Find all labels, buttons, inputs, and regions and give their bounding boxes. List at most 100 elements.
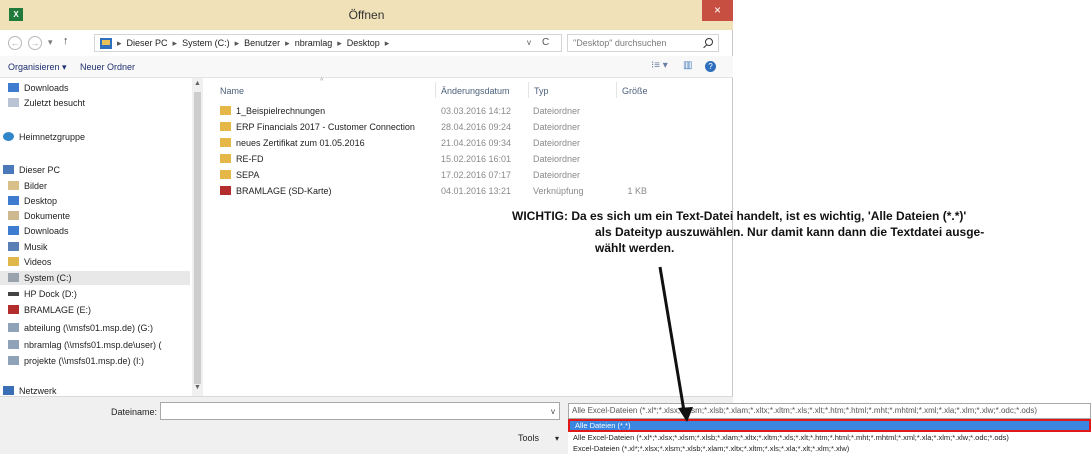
file-type-option-all-files[interactable]: Alle Dateien (*.*) xyxy=(568,419,1091,432)
up-button[interactable]: ↑ xyxy=(63,35,69,47)
breadcrumb: ▸ Dieser PC ▸ System (C:) ▸ Benutzer ▸ n… xyxy=(117,38,389,49)
sidebar-item-label: System (C:) xyxy=(24,273,72,283)
breadcrumb-item-this-pc[interactable]: Dieser PC xyxy=(127,38,168,49)
sidebar-item-label: Zuletzt besucht xyxy=(24,98,86,108)
column-header-date[interactable]: Änderungsdatum xyxy=(441,86,510,96)
breadcrumb-item-desktop[interactable]: Desktop xyxy=(347,38,380,49)
address-history-dropdown[interactable]: v xyxy=(527,38,531,47)
sidebar-item-label: Heimnetzgruppe xyxy=(19,132,86,142)
file-name-text: 1_Beispielrechnungen xyxy=(236,106,326,116)
breadcrumb-separator: ▸ xyxy=(384,38,390,48)
sidebar-item-bramlage[interactable]: BRAMLAGE (E:) xyxy=(0,303,190,317)
sidebar-item-pictures[interactable]: Bilder xyxy=(0,179,190,193)
annotation-line-3: wählt werden. xyxy=(595,241,675,255)
scroll-down-icon[interactable]: ▼ xyxy=(192,384,203,391)
file-type-select[interactable]: Alle Excel-Dateien (*.xl*;*.xlsx;*.xlsm;… xyxy=(568,403,1091,419)
videos-icon xyxy=(8,257,19,266)
scroll-up-icon[interactable]: ▲ xyxy=(192,80,203,87)
sidebar-item-abteilung[interactable]: abteilung (\\msfs01.msp.de) (G:) xyxy=(0,321,190,335)
breadcrumb-separator: ▸ xyxy=(172,38,178,48)
column-header-name[interactable]: Name xyxy=(220,86,244,96)
breadcrumb-separator: ▸ xyxy=(337,38,342,48)
file-row[interactable]: neues Zertifikat zum 01.05.2016 21.04.20… xyxy=(220,137,720,151)
file-type: Dateiordner xyxy=(533,170,581,180)
file-row[interactable]: ERP Financials 2017 - Customer Connectio… xyxy=(220,121,720,135)
sd-card-icon xyxy=(8,305,19,314)
scrollbar-thumb[interactable] xyxy=(194,92,201,384)
file-row[interactable]: 1_Beispielrechnungen 03.03.2016 14:12 Da… xyxy=(220,105,720,119)
column-divider[interactable] xyxy=(528,82,529,98)
sidebar-item-system-c[interactable]: System (C:) xyxy=(0,271,190,285)
breadcrumb-item-nbramlag[interactable]: nbramlag xyxy=(295,38,333,49)
view-options-icon[interactable]: ⁝≡ ▾ xyxy=(651,60,668,71)
file-type-option-excel[interactable]: Excel-Dateien (*.xl*;*.xlsx;*.xlsm;*.xls… xyxy=(568,443,1091,454)
sidebar-item-label: Dokumente xyxy=(24,211,71,221)
sidebar-item-downloads[interactable]: Downloads xyxy=(0,81,190,95)
network-drive-icon xyxy=(8,340,19,349)
tools-dropdown-icon[interactable]: ▾ xyxy=(555,434,559,443)
filename-input[interactable] xyxy=(160,402,560,420)
window-title: Öffnen xyxy=(348,8,385,22)
this-pc-icon xyxy=(3,165,14,174)
filename-dropdown-icon[interactable]: v xyxy=(551,407,555,416)
search-input[interactable]: "Desktop" durchsuchen xyxy=(567,34,719,52)
breadcrumb-item-system-c[interactable]: System (C:) xyxy=(182,38,230,49)
file-type: Dateiordner xyxy=(533,138,581,148)
file-name-text: BRAMLAGE (SD-Karte) xyxy=(236,186,332,196)
new-folder-button[interactable]: Neuer Ordner xyxy=(80,62,135,72)
sidebar-item-this-pc[interactable]: Dieser PC xyxy=(0,163,190,177)
search-icon[interactable] xyxy=(705,38,713,46)
organize-menu-button[interactable]: Organisieren ▾ xyxy=(8,62,67,73)
sidebar-item-nbramlag[interactable]: nbramlag (\\msfs01.msp.de\user) ( xyxy=(0,338,190,352)
file-type-option-all-excel[interactable]: Alle Excel-Dateien (*.xl*;*.xlsx;*.xlsm;… xyxy=(568,432,1091,443)
sidebar-item-documents[interactable]: Dokumente xyxy=(0,209,190,223)
file-name: BRAMLAGE (SD-Karte) xyxy=(220,186,332,196)
sidebar-item-label: HP Dock (D:) xyxy=(24,289,77,299)
sidebar-item-label: Dieser PC xyxy=(19,165,61,175)
sidebar-scrollbar[interactable]: ▲ ▼ xyxy=(192,78,203,396)
downloads-icon xyxy=(8,83,19,92)
sidebar-item-label: Downloads xyxy=(24,226,69,236)
sidebar-item-music[interactable]: Musik xyxy=(0,240,190,254)
file-size: 1 KB xyxy=(627,186,647,196)
sidebar-item-desktop[interactable]: Desktop xyxy=(0,194,190,208)
sidebar-item-label: Desktop xyxy=(24,196,58,206)
breadcrumb-item-benutzer[interactable]: Benutzer xyxy=(244,38,280,49)
forward-button[interactable]: → xyxy=(28,36,42,50)
filename-label: Dateiname: xyxy=(111,407,158,417)
file-name: neues Zertifikat zum 01.05.2016 xyxy=(220,138,365,148)
sidebar-item-label: Bilder xyxy=(24,181,48,191)
file-date: 15.02.2016 16:01 xyxy=(441,154,512,164)
preview-pane-icon[interactable]: ▥ xyxy=(683,60,692,71)
sidebar-item-downloads-pc[interactable]: Downloads xyxy=(0,224,190,238)
network-drive-icon xyxy=(8,356,19,365)
address-bar[interactable]: ▸ Dieser PC ▸ System (C:) ▸ Benutzer ▸ n… xyxy=(94,34,562,52)
column-divider[interactable] xyxy=(616,82,617,98)
file-row[interactable]: SEPA 17.02.2016 07:17 Dateiordner xyxy=(220,169,720,183)
sidebar-item-recent[interactable]: Zuletzt besucht xyxy=(0,96,190,110)
file-row[interactable]: RE-FD 15.02.2016 16:01 Dateiordner xyxy=(220,153,720,167)
file-date: 04.01.2016 13:21 xyxy=(441,186,512,196)
file-row[interactable]: BRAMLAGE (SD-Karte) 04.01.2016 13:21 Ver… xyxy=(220,185,720,199)
close-button[interactable]: × xyxy=(702,0,733,21)
recent-locations-button[interactable]: ▾ xyxy=(48,37,53,48)
column-divider[interactable] xyxy=(435,82,436,98)
back-button[interactable]: ← xyxy=(8,36,22,50)
folder-icon xyxy=(220,106,231,115)
tools-button[interactable]: Tools xyxy=(518,433,539,443)
sidebar-item-projekte[interactable]: projekte (\\msfs01.msp.de) (I:) xyxy=(0,354,190,368)
instruction-annotation: WICHTIG: Da es sich um ein Text-Datei ha… xyxy=(512,208,1042,256)
help-icon[interactable]: ? xyxy=(705,61,716,72)
file-name: ERP Financials 2017 - Customer Connectio… xyxy=(220,122,415,132)
sidebar-item-videos[interactable]: Videos xyxy=(0,255,190,269)
sidebar-item-hp-dock[interactable]: HP Dock (D:) xyxy=(0,287,190,301)
refresh-icon[interactable]: C xyxy=(542,37,549,48)
desktop-icon xyxy=(8,196,19,205)
sidebar-item-homegroup[interactable]: Heimnetzgruppe xyxy=(0,130,190,144)
folder-location-icon xyxy=(100,38,112,49)
column-header-type[interactable]: Typ xyxy=(534,86,549,96)
command-toolbar: Organisieren ▾ Neuer Ordner ⁝≡ ▾ ▥ ? xyxy=(0,56,733,78)
column-header-size[interactable]: Größe xyxy=(622,86,648,96)
navigation-pane: Downloads Zuletzt besucht Heimnetzgruppe… xyxy=(0,78,203,396)
network-icon xyxy=(3,386,14,395)
